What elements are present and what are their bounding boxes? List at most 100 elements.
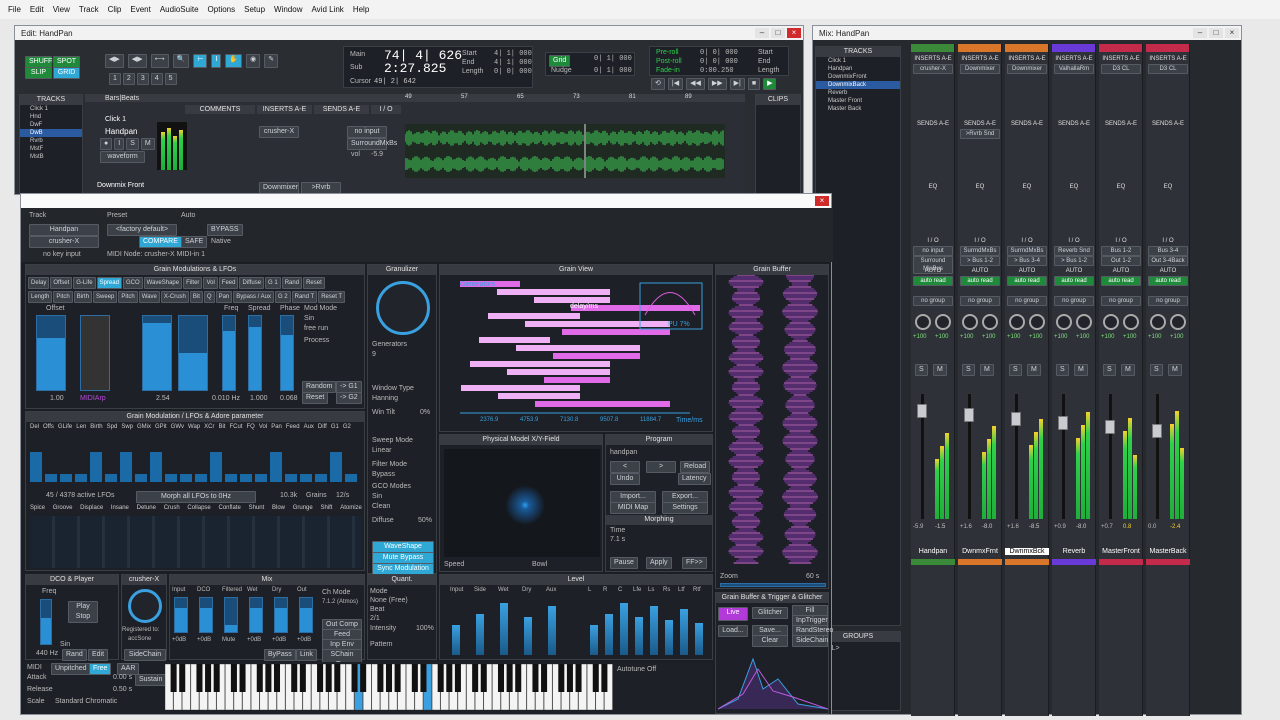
free-button[interactable]: Free (89, 663, 112, 675)
mix-fader[interactable] (249, 597, 263, 633)
black-key[interactable] (566, 664, 573, 692)
volume-value[interactable]: +0.7 (1101, 524, 1113, 530)
black-key[interactable] (291, 664, 298, 692)
zoom-preset-3[interactable]: 3 (136, 73, 149, 85)
postroll-value[interactable]: 0| 0| 000 (700, 58, 738, 66)
menu-avid-link[interactable]: Avid Link (311, 5, 343, 14)
io-input-select[interactable]: Reverb Snd (1054, 246, 1094, 256)
volume-fader[interactable] (1152, 424, 1162, 438)
volume-fader[interactable] (917, 404, 927, 418)
pan-knob-right[interactable] (935, 314, 951, 330)
group-select[interactable]: no group (913, 296, 953, 306)
track-click-name[interactable]: Click 1 (105, 116, 126, 123)
black-key[interactable] (213, 664, 220, 692)
menu-help[interactable]: Help (353, 5, 369, 14)
safe-button[interactable]: SAFE (181, 236, 208, 248)
attack-value[interactable]: 0.00 s (113, 674, 132, 681)
grain-mod-bar[interactable] (150, 452, 162, 482)
black-key[interactable] (377, 664, 384, 692)
grain-mod-bar[interactable] (120, 452, 132, 482)
mix-fader[interactable] (274, 597, 288, 633)
black-key[interactable] (239, 664, 246, 692)
grain-mod-bar[interactable] (240, 474, 252, 482)
pan-knob-right[interactable] (1029, 314, 1045, 330)
trim-icon[interactable]: ⊢ (193, 54, 208, 68)
grain-mod-bar[interactable] (45, 474, 57, 482)
scrubber-icon[interactable]: ◉ (246, 54, 261, 68)
lfo-target-button[interactable]: G 1 (265, 277, 281, 289)
win-tilt-value[interactable]: 0% (420, 409, 430, 416)
channel-name[interactable]: DwnmxFrnt (958, 548, 1002, 555)
rewind-to-start-icon[interactable]: |◀ (667, 78, 684, 90)
morph-time-value[interactable]: 7.1 s (610, 536, 625, 543)
pause-button[interactable]: Pause (610, 557, 638, 569)
channel-name[interactable]: DwnmxBck (1005, 548, 1049, 555)
lfo-target-button[interactable]: G 2 (274, 291, 291, 303)
grain-mod-bar[interactable] (285, 474, 297, 482)
granulizer-dial[interactable] (376, 281, 430, 335)
zoom-slider[interactable] (720, 583, 826, 587)
lfo-target-button[interactable]: Spread (96, 277, 122, 289)
menu-audiosuite[interactable]: AudioSuite (160, 5, 199, 14)
to-g2-button[interactable]: -> G2 (336, 392, 362, 404)
black-key[interactable] (558, 664, 565, 692)
black-key[interactable] (420, 664, 427, 692)
mix-track-item[interactable]: Click 1 (816, 57, 900, 65)
autotune-value[interactable]: Off (647, 666, 656, 673)
lfo-target-button[interactable]: Rand T (291, 291, 318, 303)
maximize-button[interactable]: □ (771, 28, 785, 38)
sidechain-button[interactable]: SideChain (124, 649, 166, 661)
ff-button[interactable]: FF>> (682, 557, 707, 569)
length-value[interactable]: 0| 0| 000 (494, 68, 532, 76)
lfo-target-button[interactable]: Filter (183, 277, 203, 289)
black-key[interactable] (230, 664, 237, 692)
automation-mode[interactable]: auto read (1101, 276, 1141, 286)
dco-waveform[interactable]: Sin (60, 641, 70, 648)
black-key[interactable] (394, 664, 401, 692)
black-key[interactable] (299, 664, 306, 692)
lfo-slider-3[interactable] (178, 315, 208, 391)
sub-counter-value[interactable]: 2:27.825 (384, 61, 446, 76)
grabber-icon[interactable]: ✋ (225, 54, 243, 68)
black-key[interactable] (351, 664, 358, 692)
io-input-select[interactable]: Bus 3-4 (1148, 246, 1188, 256)
solo-button[interactable]: S (126, 138, 139, 150)
pan-knob-left[interactable] (1103, 314, 1119, 330)
edit-track-item[interactable]: DwB (20, 129, 82, 137)
grain-mod-bar[interactable] (60, 474, 72, 482)
black-key[interactable] (273, 664, 281, 692)
rewind-icon[interactable]: ◀◀ (686, 78, 705, 90)
grain-mod-bar[interactable] (255, 474, 267, 482)
insert-slot[interactable]: D3 CL (1101, 64, 1141, 74)
group-select[interactable]: no group (1148, 296, 1188, 306)
undo-button[interactable]: Undo (610, 473, 640, 485)
scale-value[interactable]: Standard Chromatic (55, 698, 117, 705)
pan-knob-left[interactable] (1056, 314, 1072, 330)
lfo-target-button[interactable]: Pitch (118, 291, 138, 303)
automation-mode[interactable]: auto read (960, 276, 1000, 286)
solo-button[interactable]: S (1103, 364, 1116, 376)
phase-slider[interactable] (280, 315, 294, 391)
piano-keyboard[interactable] (165, 664, 613, 710)
apply-button[interactable]: Apply (646, 557, 672, 569)
volume-fader[interactable] (1058, 416, 1068, 430)
grain-mod-bar[interactable] (135, 474, 147, 482)
menu-clip[interactable]: Clip (108, 5, 122, 14)
grain-mod-bar[interactable] (30, 452, 42, 482)
mod-sin[interactable]: Sin (304, 315, 314, 322)
black-key[interactable] (506, 664, 513, 692)
midi-map-button[interactable]: MIDI Map (610, 502, 656, 514)
ch-mode-value[interactable]: 7.1.2 (Atmos) (322, 599, 358, 605)
generators-value[interactable]: 9 (372, 351, 376, 358)
trigger-clear-button[interactable]: Clear (752, 635, 788, 647)
preroll-value[interactable]: 0| 0| 000 (700, 49, 738, 57)
lfo-target-button[interactable]: GCO (122, 277, 143, 289)
edit-track-item[interactable]: Click 1 (20, 105, 82, 113)
sweep-mode-value[interactable]: Linear (372, 447, 391, 454)
io-output-select[interactable]: Out 3-4Back (1148, 256, 1188, 266)
grain-mod-bar[interactable] (75, 474, 87, 482)
preset-select[interactable]: <factory default> (107, 224, 177, 236)
lfo-target-button[interactable]: Offset (50, 277, 73, 289)
mix-fader[interactable] (299, 597, 313, 633)
mix-track-item[interactable]: DownmixFront (816, 73, 900, 81)
